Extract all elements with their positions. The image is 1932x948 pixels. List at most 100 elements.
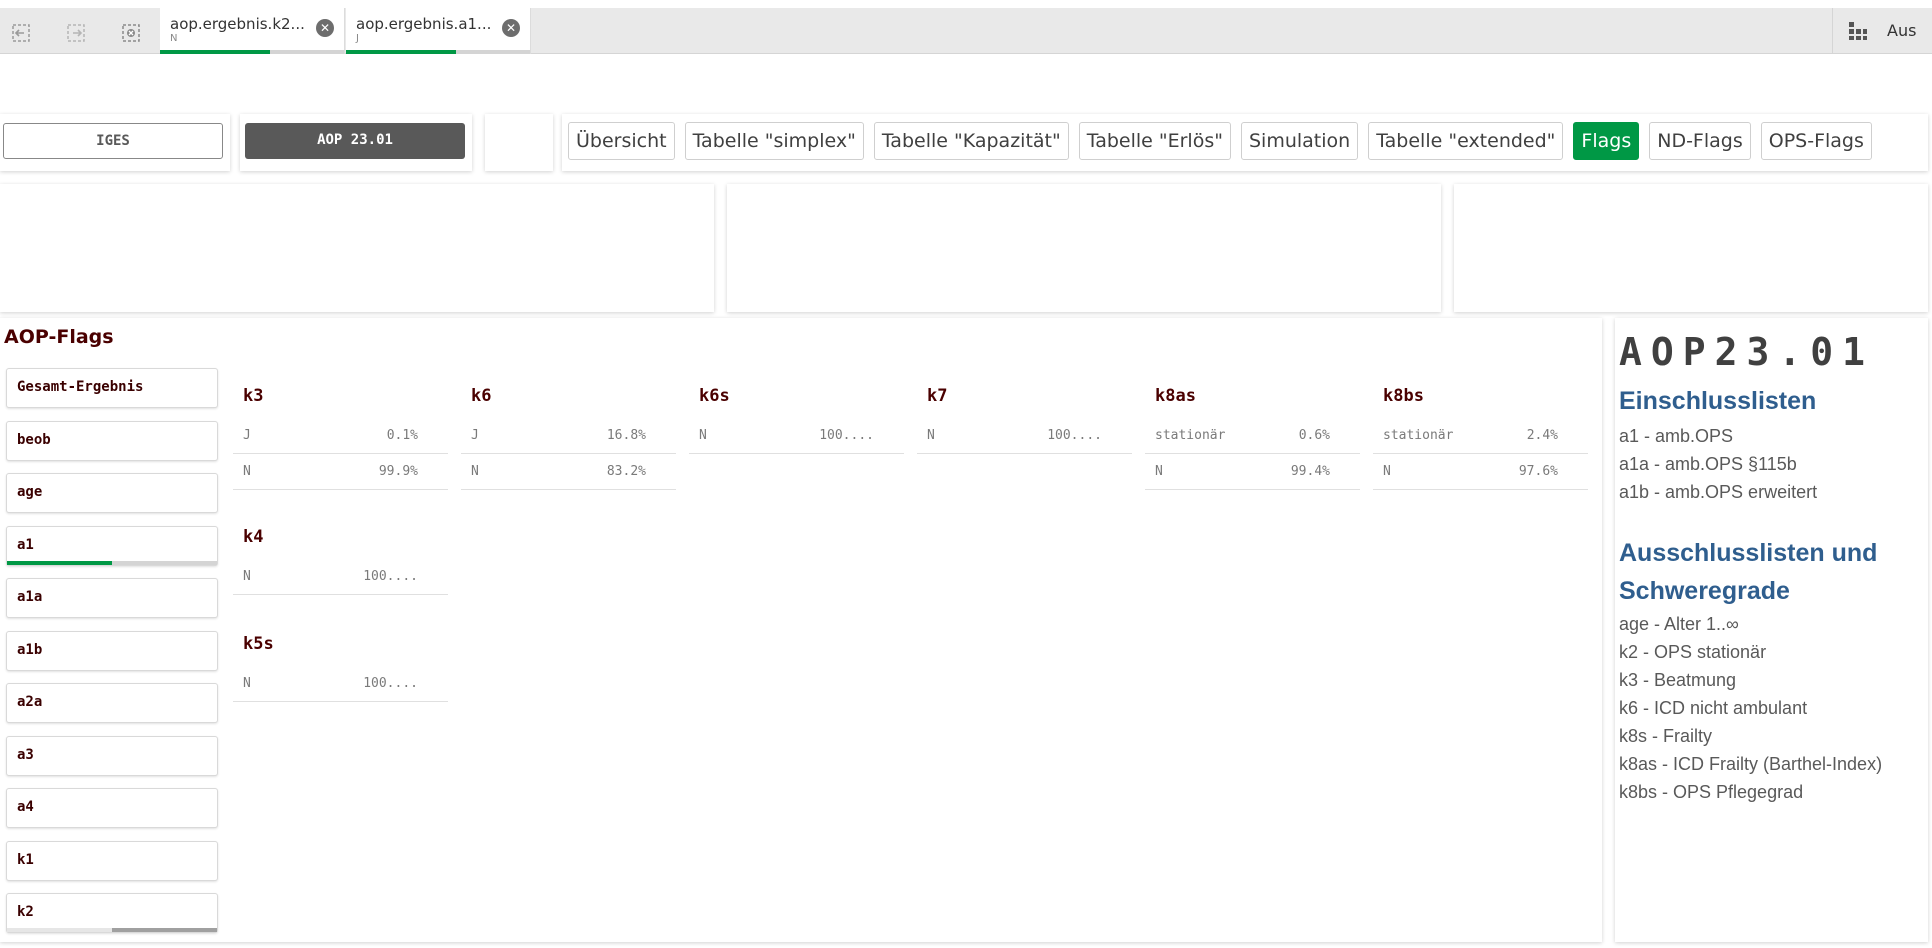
nav-button-1[interactable]: Tabelle "simplex": [684, 122, 864, 160]
flag-list-item-a1a[interactable]: a1a: [6, 578, 218, 618]
selection-field-name: aop.ergebnis.a1...: [356, 15, 492, 33]
flag-list-label: a4: [17, 799, 34, 815]
flag-value-percent: 83.2%: [606, 464, 646, 479]
flag-value-row[interactable]: N 100....: [233, 666, 448, 702]
info-title: AOP23.01: [1619, 330, 1875, 374]
einschluss-heading: Einschlusslisten: [1619, 387, 1817, 415]
nav-button-0[interactable]: Übersicht: [568, 122, 675, 160]
flag-list-item-k1[interactable]: k1: [6, 840, 218, 881]
flag-list-item-a3[interactable]: a3: [6, 735, 218, 776]
flags-panel: [0, 318, 1602, 942]
nav-button-8[interactable]: OPS-Flags: [1760, 122, 1872, 160]
nav-container: Übersicht Tabelle "simplex" Tabelle "Kapaz…: [562, 114, 1928, 160]
navigation-bar: Übersicht Tabelle "simplex" Tabelle "Kapaz…: [562, 114, 1928, 171]
ausschluss-heading-2: Schweregrade: [1619, 577, 1790, 605]
selection-field-value: N: [170, 33, 178, 44]
flag-group-title: k5s: [243, 634, 274, 654]
flag-value-key: N: [927, 428, 935, 443]
flag-list-item-k2[interactable]: k2: [6, 893, 218, 933]
flag-value-row[interactable]: J 0.1%: [233, 418, 448, 454]
toolbar-right: Aus: [1832, 8, 1932, 54]
flag-value-row[interactable]: N 100....: [233, 559, 448, 595]
einschluss-line: a1b - amb.OPS erweitert: [1619, 482, 1818, 502]
flag-value-percent: 100....: [1047, 428, 1102, 443]
flag-value-percent: 100....: [363, 569, 418, 584]
nav-button-2[interactable]: Tabelle "Kapazität": [873, 122, 1069, 160]
flag-value-row[interactable]: N 99.9%: [233, 454, 448, 490]
flag-list-item-a1b[interactable]: a1b: [6, 630, 218, 671]
flag-group-title: k3: [243, 386, 264, 406]
empty-card: [485, 114, 553, 171]
flag-list-label: a1a: [17, 589, 43, 605]
grid-view-icon[interactable]: [1847, 20, 1869, 42]
selection-tab-k2[interactable]: aop.ergebnis.k2... N ✕: [160, 8, 345, 54]
flag-value-key: stationär: [1155, 428, 1226, 443]
flag-progress-bar: [7, 560, 217, 565]
forward-selection-icon[interactable]: [64, 21, 88, 45]
flag-list-item-a4[interactable]: a4: [6, 788, 218, 828]
flag-value-key: N: [471, 464, 479, 479]
flag-group-title: k4: [243, 527, 264, 547]
flag-progress-bar: [7, 928, 217, 932]
ausschluss-line: k6 - ICD nicht ambulant: [1619, 698, 1808, 718]
toolbar-right-label[interactable]: Aus: [1887, 21, 1916, 40]
flag-group-title: k6s: [699, 386, 730, 406]
selection-tab-a1[interactable]: aop.ergebnis.a1... J ✕: [346, 8, 531, 54]
close-icon[interactable]: ✕: [502, 19, 520, 37]
back-selection-icon[interactable]: [9, 21, 33, 45]
flag-list-label: a1: [17, 536, 34, 553]
flag-group-title: k8as: [1155, 386, 1196, 406]
flag-list-item-age[interactable]: age: [6, 473, 218, 513]
flag-group-title: k7: [927, 386, 948, 406]
flag-list-item-gesamt-ergebnis[interactable]: Gesamt-Ergebnis: [6, 368, 218, 408]
clear-selections-icon[interactable]: [119, 21, 143, 45]
nav-button-4[interactable]: Simulation: [1240, 122, 1359, 160]
flag-value-key: J: [471, 428, 479, 443]
flag-value-percent: 0.1%: [386, 428, 418, 443]
selection-progress-bar: [346, 50, 530, 54]
flag-value-key: stationär: [1383, 428, 1454, 443]
ausschluss-line: age - Alter 1..∞: [1619, 614, 1739, 634]
flag-value-key: N: [699, 428, 707, 443]
version-button[interactable]: AOP 23.01: [245, 123, 465, 159]
flag-list-label: beob: [17, 431, 51, 448]
nav-button-5[interactable]: Tabelle "extended": [1368, 122, 1564, 160]
flag-value-percent: 99.9%: [378, 464, 418, 479]
close-icon[interactable]: ✕: [316, 19, 334, 37]
info-content: AOP23.01 Einschlusslisten a1 - amb.OPS a1…: [1617, 326, 1928, 940]
flag-value-row[interactable]: stationär 0.6%: [1145, 418, 1360, 454]
iges-button[interactable]: IGES: [3, 123, 223, 159]
selection-progress-bar: [160, 50, 344, 54]
flag-value-row[interactable]: N 100....: [917, 418, 1132, 454]
kpi-card-3: [1454, 184, 1928, 312]
flag-value-row[interactable]: N 99.4%: [1145, 454, 1360, 490]
flag-value-key: N: [243, 464, 251, 479]
version-card: AOP 23.01: [240, 114, 472, 171]
flag-list-item-a1[interactable]: a1: [6, 525, 218, 566]
flag-list-label: age: [17, 484, 43, 500]
flag-value-percent: 100....: [363, 676, 418, 691]
flag-value-row[interactable]: N 83.2%: [461, 454, 676, 490]
selection-field-value: J: [356, 33, 359, 44]
einschluss-line: a1a - amb.OPS §115b: [1619, 454, 1797, 474]
flag-value-row[interactable]: N 100....: [689, 418, 904, 454]
nav-button-3[interactable]: Tabelle "Erlös": [1078, 122, 1231, 160]
flag-value-key: N: [243, 676, 251, 691]
kpi-card-2: [727, 184, 1441, 312]
kpi-card-1: [0, 184, 714, 312]
flag-value-key: N: [1383, 464, 1391, 479]
flag-value-percent: 16.8%: [606, 428, 646, 443]
flag-list-item-a2a[interactable]: a2a: [6, 683, 218, 723]
flag-value-percent: 97.6%: [1518, 464, 1558, 479]
flag-value-row[interactable]: N 97.6%: [1373, 454, 1588, 490]
flag-value-row[interactable]: J 16.8%: [461, 418, 676, 454]
panel-title: AOP-Flags: [4, 326, 114, 348]
iges-card: IGES: [0, 114, 230, 171]
nav-button-6[interactable]: Flags: [1573, 122, 1640, 160]
flag-value-row[interactable]: stationär 2.4%: [1373, 418, 1588, 454]
flag-list-item-beob[interactable]: beob: [6, 420, 218, 461]
ausschluss-heading: Ausschlusslisten und: [1619, 539, 1878, 567]
flag-group-title: k8bs: [1383, 386, 1424, 406]
flag-value-percent: 99.4%: [1290, 464, 1330, 479]
nav-button-7[interactable]: ND-Flags: [1649, 122, 1751, 160]
